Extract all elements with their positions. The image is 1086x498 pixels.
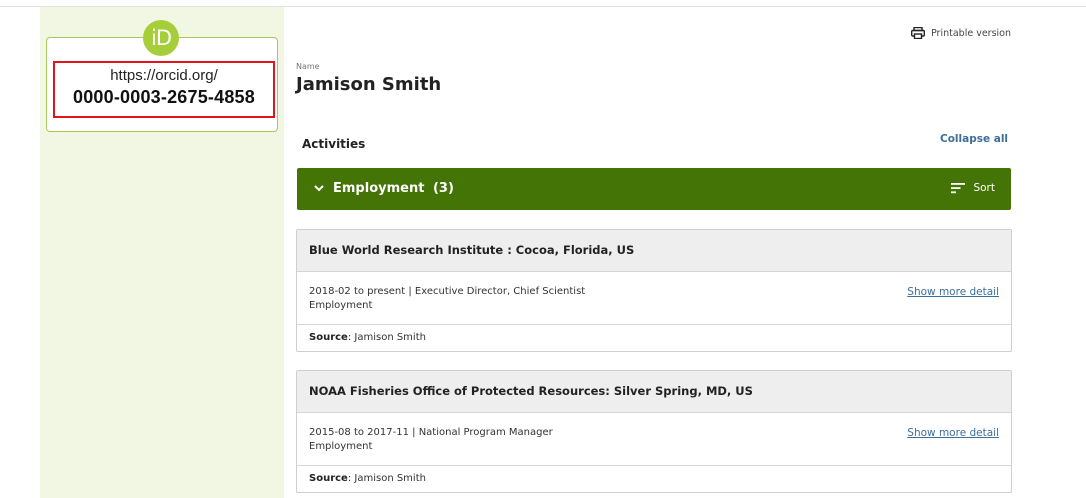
orcid-id-number[interactable]: 0000-0003-2675-4858 <box>55 87 273 108</box>
source-value: : Jamison Smith <box>347 332 426 343</box>
activities-heading: Activities <box>302 137 366 151</box>
employment-type: Employment <box>309 441 373 452</box>
chevron-down-icon <box>314 185 324 192</box>
sort-icon <box>951 183 966 194</box>
orcid-url-prefix: https://orcid.org/ <box>110 67 218 84</box>
employment-type: Employment <box>309 300 373 311</box>
printable-version-label: Printable version <box>931 27 1012 39</box>
printer-icon <box>911 27 925 39</box>
person-name: Jamison Smith <box>296 74 442 95</box>
sort-button[interactable]: Sort <box>951 182 995 194</box>
collapse-all-button[interactable]: Collapse all <box>940 133 1008 145</box>
show-more-detail-link[interactable]: Show more detail <box>907 285 999 299</box>
employment-org: NOAA Fisheries Office of Protected Resou… <box>297 371 1011 413</box>
employment-section-header[interactable]: Employment (3) Sort <box>297 168 1011 210</box>
sidebar: iD https://orcid.org/ 0000-0003-2675-485… <box>40 7 284 498</box>
orcid-id-highlight: https://orcid.org/ 0000-0003-2675-4858 <box>53 61 275 118</box>
employment-card: NOAA Fisheries Office of Protected Resou… <box>296 370 1012 493</box>
show-more-detail-link[interactable]: Show more detail <box>907 426 999 440</box>
source-label: Source <box>309 332 348 343</box>
sort-label: Sort <box>973 182 995 194</box>
employment-card: Blue World Research Institute : Cocoa, F… <box>296 229 1012 352</box>
employment-detail: 2015-08 to 2017-11 | National Program Ma… <box>309 427 553 438</box>
printable-version-link[interactable]: Printable version <box>911 27 1011 39</box>
employment-detail: 2018-02 to present | Executive Director,… <box>309 286 586 297</box>
orcid-logo-icon: iD <box>143 20 179 56</box>
employment-org: Blue World Research Institute : Cocoa, F… <box>297 230 1011 272</box>
source-label: Source <box>309 473 348 484</box>
name-label: Name <box>296 62 320 71</box>
source-value: : Jamison Smith <box>347 473 426 484</box>
employment-body: 2015-08 to 2017-11 | National Program Ma… <box>297 413 1011 466</box>
employment-title: Employment (3) <box>333 181 454 196</box>
employment-body: 2018-02 to present | Executive Director,… <box>297 272 1011 325</box>
employment-title-text: Employment <box>333 181 425 196</box>
employment-count: (3) <box>432 181 454 196</box>
employment-source: Source: Jamison Smith <box>297 325 1011 351</box>
employment-source: Source: Jamison Smith <box>297 466 1011 492</box>
